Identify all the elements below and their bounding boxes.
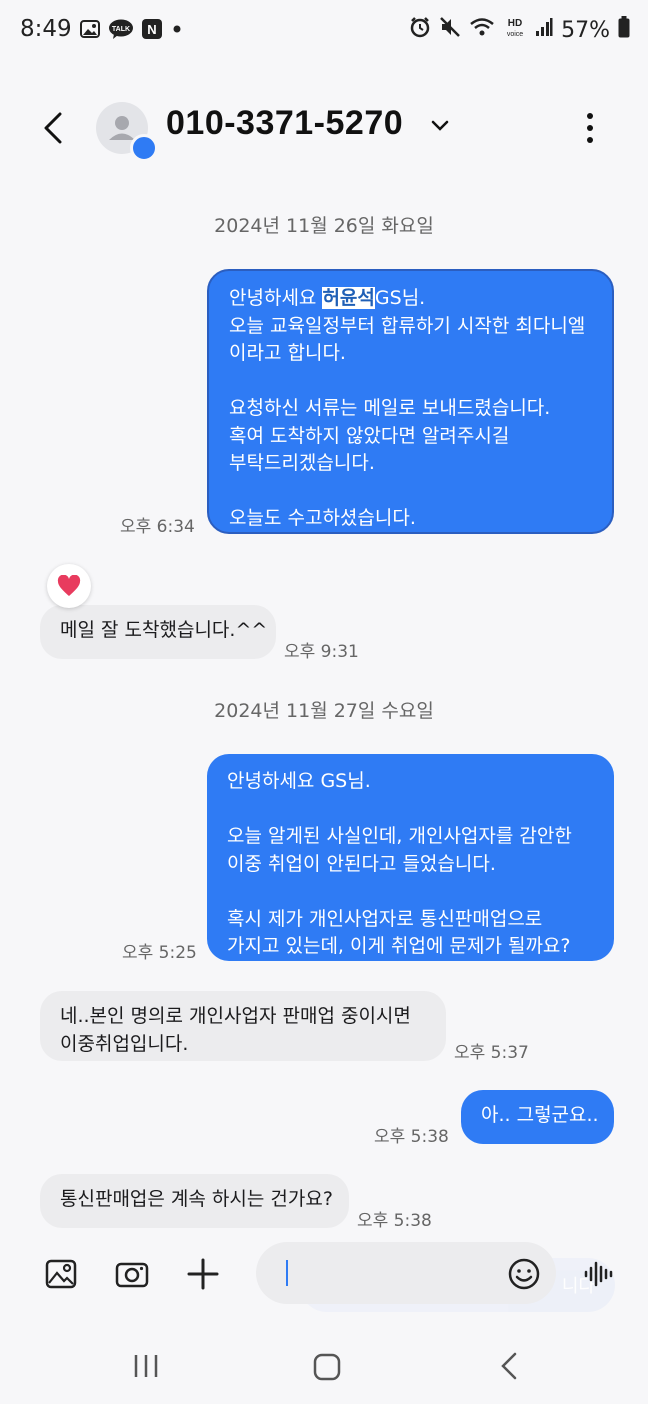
camera-button[interactable] xyxy=(114,1256,150,1292)
add-attachment-button[interactable] xyxy=(185,1256,221,1292)
svg-text:N: N xyxy=(147,22,156,37)
message-time: 오후 9:31 xyxy=(284,642,359,662)
message-line xyxy=(227,796,594,824)
battery-icon xyxy=(618,16,630,44)
back-button[interactable] xyxy=(36,108,72,148)
message-line: 혹여 도착하지 않았다면 알려주시길 xyxy=(229,424,510,447)
message-input[interactable] xyxy=(256,1242,556,1304)
highlighted-name: 허윤석 xyxy=(322,287,375,309)
kakaotalk-icon: TALK xyxy=(108,19,134,39)
date-divider: 2024년 11월 26일 화요일 xyxy=(214,215,434,237)
notification-icons: TALK N xyxy=(80,19,184,39)
message-time: 오후 5:38 xyxy=(357,1211,432,1231)
text-cursor xyxy=(286,1260,288,1286)
svg-text:HD: HD xyxy=(508,18,522,29)
message-line: 이중취업입니다. xyxy=(60,1032,189,1055)
message-line: 혹시 제가 개인사업자로 통신판매업으로 xyxy=(227,907,543,930)
system-navigation-bar xyxy=(0,1330,648,1404)
conversation-header: 010-3371-5270 xyxy=(0,80,648,176)
message-line: 이중 취업이 안된다고 들었습니다. xyxy=(227,852,496,875)
message-line: 메일 잘 도착했습니다.^^ xyxy=(60,619,268,641)
message-line: 오늘 알게된 사실인데, 개인사업자를 감안한 xyxy=(227,825,572,847)
back-nav-icon xyxy=(501,1352,517,1380)
more-vertical-icon xyxy=(587,113,593,143)
image-icon xyxy=(45,1259,77,1289)
back-nav-button[interactable] xyxy=(494,1350,526,1382)
status-time: 8:49 xyxy=(20,16,72,42)
message-bubble-incoming[interactable]: 메일 잘 도착했습니다.^^ xyxy=(40,605,276,659)
message-line: 네..본인 명의로 개인사업자 판매업 중이시면 xyxy=(60,1005,411,1027)
alarm-icon xyxy=(409,16,431,44)
message-bubble-outgoing[interactable]: 안녕하세요 GS님. 오늘 알게된 사실인데, 개인사업자를 감안한 이중 취업… xyxy=(207,754,614,961)
reaction-badge[interactable] xyxy=(47,564,91,608)
emoji-button[interactable] xyxy=(506,1256,542,1292)
date-divider: 2024년 11월 27일 수요일 xyxy=(214,700,434,722)
svg-text:TALK: TALK xyxy=(112,26,130,33)
message-line: 부탁드리겠습니다. xyxy=(229,452,375,474)
camera-icon xyxy=(115,1262,149,1288)
recent-apps-button[interactable] xyxy=(130,1350,162,1382)
gallery-button[interactable] xyxy=(43,1256,79,1292)
chevron-left-icon xyxy=(44,112,62,144)
message-line: 오늘 교육일정부터 합류하기 시작한 최다니엘 xyxy=(229,314,586,337)
message-line: 안녕하세요 허윤석GS님. xyxy=(229,287,426,309)
home-button[interactable] xyxy=(310,1350,344,1384)
message-line: 안녕하세요 GS님. xyxy=(227,770,371,792)
svg-text:voice: voice xyxy=(507,31,523,38)
mute-icon xyxy=(439,16,461,44)
battery-level: 57% xyxy=(561,17,610,43)
message-line: 통신판매업은 계속 하시는 건가요? xyxy=(60,1188,333,1210)
recent-apps-icon xyxy=(134,1355,158,1377)
chat-badge-icon xyxy=(130,134,158,162)
message-line xyxy=(227,878,594,906)
message-time: 오후 5:37 xyxy=(454,1043,529,1063)
signal-icon xyxy=(535,17,553,43)
heart-icon xyxy=(57,575,81,596)
wifi-icon xyxy=(469,16,495,44)
home-icon xyxy=(313,1353,341,1381)
gallery-icon xyxy=(80,19,100,39)
message-line: 오늘도 수고하셨습니다. xyxy=(229,507,416,529)
more-options-button[interactable] xyxy=(580,110,600,146)
chevron-down-icon xyxy=(431,120,449,131)
contact-avatar[interactable] xyxy=(96,102,158,162)
message-bubble-incoming[interactable]: 네..본인 명의로 개인사업자 판매업 중이시면 이중취업입니다. xyxy=(40,991,446,1061)
message-line: 아.. 그렇군요.. xyxy=(481,1104,599,1126)
message-time: 오후 5:25 xyxy=(122,943,197,963)
message-bubble-incoming[interactable]: 통신판매업은 계속 하시는 건가요? xyxy=(40,1174,349,1228)
voice-input-button[interactable] xyxy=(582,1256,618,1292)
voice-wave-icon xyxy=(584,1261,613,1287)
message-line xyxy=(229,368,592,396)
dot-icon xyxy=(170,19,184,39)
contact-name[interactable]: 010-3371-5270 xyxy=(166,104,403,143)
status-bar: 8:49 TALK N HD voice 57% xyxy=(0,0,648,60)
message-bubble-outgoing[interactable]: 아.. 그렇군요.. xyxy=(461,1090,614,1144)
emoji-icon xyxy=(508,1258,540,1290)
message-bubble-outgoing[interactable]: 안녕하세요 허윤석GS님. 오늘 교육일정부터 합류하기 시작한 최다니엘 이라… xyxy=(207,269,614,534)
message-composer: 니다 xyxy=(0,1236,648,1316)
message-time: 오후 5:38 xyxy=(374,1127,449,1147)
hd-voice-icon: HD voice xyxy=(503,16,527,44)
plus-icon xyxy=(187,1258,219,1290)
message-line xyxy=(229,478,592,506)
naver-icon: N xyxy=(142,19,162,39)
message-line: 요청하신 서류는 메일로 보내드렸습니다. xyxy=(229,397,551,419)
contact-dropdown-button[interactable] xyxy=(430,118,450,132)
message-time: 오후 6:34 xyxy=(120,517,195,537)
message-line: 이라고 합니다. xyxy=(229,342,346,364)
message-line: 가지고 있는데, 이게 취업에 문제가 될까요? xyxy=(227,935,571,957)
system-icons: HD voice 57% xyxy=(409,16,630,44)
